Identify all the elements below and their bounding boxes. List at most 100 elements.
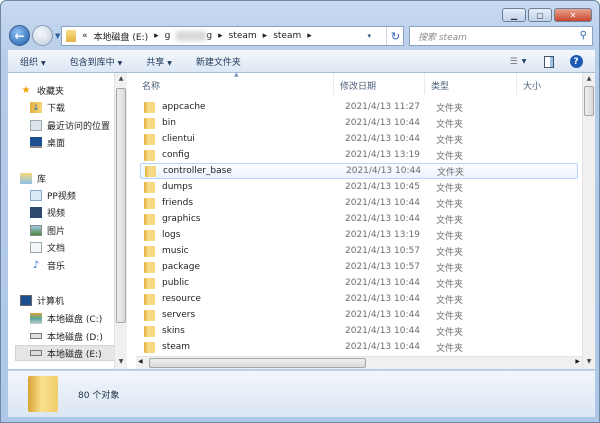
file-name: public	[162, 278, 190, 288]
scroll-up-arrow[interactable]: ▲	[115, 75, 127, 82]
include-library-button[interactable]: 包含到库中 ▼	[58, 55, 135, 68]
column-divider[interactable]	[424, 73, 425, 95]
navigation-pane: ★ 收藏夹 ↓ 下载 最近访问的位置 桌面 库 PP视频 视频 图片 文档 ♪ 音乐 …	[8, 73, 125, 369]
column-divider[interactable]	[516, 73, 517, 95]
breadcrumb-steam[interactable]: steam	[229, 31, 257, 41]
organize-button[interactable]: 组织 ▼	[8, 55, 58, 68]
breadcrumb-blurred-end[interactable]: g	[206, 31, 212, 41]
folder-icon	[28, 376, 58, 412]
sidebar-label: 收藏夹	[37, 86, 65, 97]
navigation-scrollbar[interactable]: ▲ ▼	[114, 73, 127, 369]
column-header-modified[interactable]: 修改日期	[340, 76, 376, 94]
column-header-size[interactable]: 大小	[523, 76, 541, 94]
scroll-thumb[interactable]	[584, 86, 594, 116]
search-icon[interactable]: ⚲	[580, 30, 587, 41]
share-button[interactable]: 共享 ▼	[134, 55, 184, 68]
scroll-down-arrow[interactable]: ▼	[583, 358, 595, 365]
help-button[interactable]: ?	[568, 53, 584, 70]
address-bar[interactable]: « 本地磁盘 (E:) ▸ g g ▸ steam ▸ steam ▸ ▾	[61, 26, 404, 46]
sidebar-favorites[interactable]: ★ 收藏夹	[20, 82, 125, 98]
sidebar-item-drive-d[interactable]: 本地磁盘 (D:)	[30, 328, 125, 344]
maximize-button[interactable]: ▢	[528, 8, 552, 22]
scroll-up-arrow[interactable]: ▲	[583, 75, 595, 82]
scroll-thumb[interactable]	[149, 358, 366, 368]
file-row[interactable]: resource 2021/4/13 10:44 文件夹	[140, 291, 578, 307]
scroll-down-arrow[interactable]: ▼	[115, 358, 127, 365]
breadcrumb-separator[interactable]: ▸	[154, 31, 159, 41]
breadcrumb-blurred-start[interactable]: g	[165, 31, 171, 41]
file-modified: 2021/4/13 13:19	[345, 230, 420, 240]
file-modified: 2021/4/13 10:44	[345, 198, 420, 208]
file-row[interactable]: clientui 2021/4/13 10:44 文件夹	[140, 131, 578, 147]
sidebar-computer[interactable]: 计算机	[20, 292, 125, 308]
minimize-button[interactable]: ▁	[502, 8, 526, 22]
file-row[interactable]: logs 2021/4/13 13:19 文件夹	[140, 227, 578, 243]
column-header-type[interactable]: 类型	[431, 76, 449, 94]
breadcrumb-separator[interactable]: ▸	[263, 31, 268, 41]
file-row[interactable]: config 2021/4/13 13:19 文件夹	[140, 147, 578, 163]
file-type: 文件夹	[436, 311, 464, 322]
star-icon: ★	[21, 84, 31, 96]
file-name: clientui	[162, 134, 195, 144]
address-history-dropdown[interactable]: ▾	[367, 32, 371, 40]
sidebar-item-pp-video[interactable]: PP视频	[30, 187, 125, 203]
back-button[interactable]: ←	[9, 25, 30, 46]
file-list-scrollbar[interactable]: ▲ ▼	[582, 73, 595, 369]
sidebar-item-desktop[interactable]: 桌面	[30, 134, 125, 150]
file-row[interactable]: graphics 2021/4/13 10:44 文件夹	[140, 211, 578, 227]
sidebar-item-drive-e[interactable]: 本地磁盘 (E:)	[15, 345, 121, 361]
sidebar-label: 本地磁盘 (E:)	[47, 349, 102, 360]
forward-button[interactable]: →	[32, 25, 53, 46]
film-icon	[30, 206, 42, 218]
address-overflow[interactable]: «	[82, 31, 88, 41]
view-options-button[interactable]: ☰ ▼	[503, 53, 533, 70]
breadcrumb-steam-current[interactable]: steam	[273, 31, 301, 41]
computer-icon	[20, 294, 32, 306]
file-row[interactable]: friends 2021/4/13 10:44 文件夹	[140, 195, 578, 211]
file-row[interactable]: skins 2021/4/13 10:44 文件夹	[140, 323, 578, 339]
file-name: bin	[162, 118, 176, 128]
sidebar-item-music[interactable]: ♪ 音乐	[30, 257, 125, 273]
file-row[interactable]: dumps 2021/4/13 10:45 文件夹	[140, 179, 578, 195]
column-header-name[interactable]: 名称	[142, 76, 160, 94]
recent-places-icon	[30, 119, 42, 131]
sidebar-item-recent[interactable]: 最近访问的位置	[30, 117, 125, 133]
sidebar-label: 库	[37, 174, 47, 185]
file-row[interactable]: bin 2021/4/13 10:44 文件夹	[140, 115, 578, 131]
folder-icon	[144, 277, 155, 289]
sidebar-item-videos[interactable]: 视频	[30, 204, 125, 220]
new-folder-button[interactable]: 新建文件夹	[184, 55, 253, 68]
breadcrumb-separator[interactable]: ▸	[218, 31, 223, 41]
file-row[interactable]: servers 2021/4/13 10:44 文件夹	[140, 307, 578, 323]
sidebar-item-drive-c[interactable]: 本地磁盘 (C:)	[30, 310, 125, 326]
organize-label: 组织	[20, 57, 39, 68]
close-button[interactable]: ✕	[554, 8, 592, 22]
help-icon: ?	[569, 55, 583, 68]
scroll-thumb[interactable]	[116, 88, 126, 323]
file-list-horizontal-scrollbar[interactable]: ◀ ▶	[136, 356, 582, 369]
column-divider[interactable]	[333, 73, 334, 95]
file-row[interactable]: appcache 2021/4/13 11:27 文件夹	[140, 99, 578, 115]
scroll-right-arrow[interactable]: ▶	[575, 358, 580, 365]
breadcrumb-drive[interactable]: 本地磁盘 (E:)	[94, 30, 149, 43]
sidebar-libraries[interactable]: 库	[20, 170, 125, 186]
scroll-left-arrow[interactable]: ◀	[138, 358, 143, 365]
sidebar-item-pictures[interactable]: 图片	[30, 222, 125, 238]
file-row[interactable]: controller_base 2021/4/13 10:44 文件夹	[140, 163, 578, 179]
file-modified: 2021/4/13 10:44	[345, 294, 420, 304]
sidebar-label: 音乐	[47, 261, 66, 272]
refresh-button[interactable]: ↻	[386, 27, 404, 45]
preview-pane-button[interactable]	[541, 53, 557, 70]
recent-pages-dropdown[interactable]: ▼	[55, 32, 60, 40]
file-row[interactable]: steam 2021/4/13 10:44 文件夹	[140, 339, 578, 355]
file-row[interactable]: package 2021/4/13 10:57 文件夹	[140, 259, 578, 275]
file-row[interactable]: music 2021/4/13 10:57 文件夹	[140, 243, 578, 259]
sidebar-item-documents[interactable]: 文档	[30, 239, 125, 255]
sidebar-item-downloads[interactable]: ↓ 下载	[30, 99, 125, 115]
chevron-down-icon: ▼	[117, 59, 123, 67]
file-row[interactable]: public 2021/4/13 10:44 文件夹	[140, 275, 578, 291]
sidebar-label: 图片	[47, 226, 66, 237]
breadcrumb-separator[interactable]: ▸	[307, 31, 312, 41]
search-input[interactable]: 搜索 steam ⚲	[409, 26, 593, 46]
folder-icon	[145, 165, 156, 177]
